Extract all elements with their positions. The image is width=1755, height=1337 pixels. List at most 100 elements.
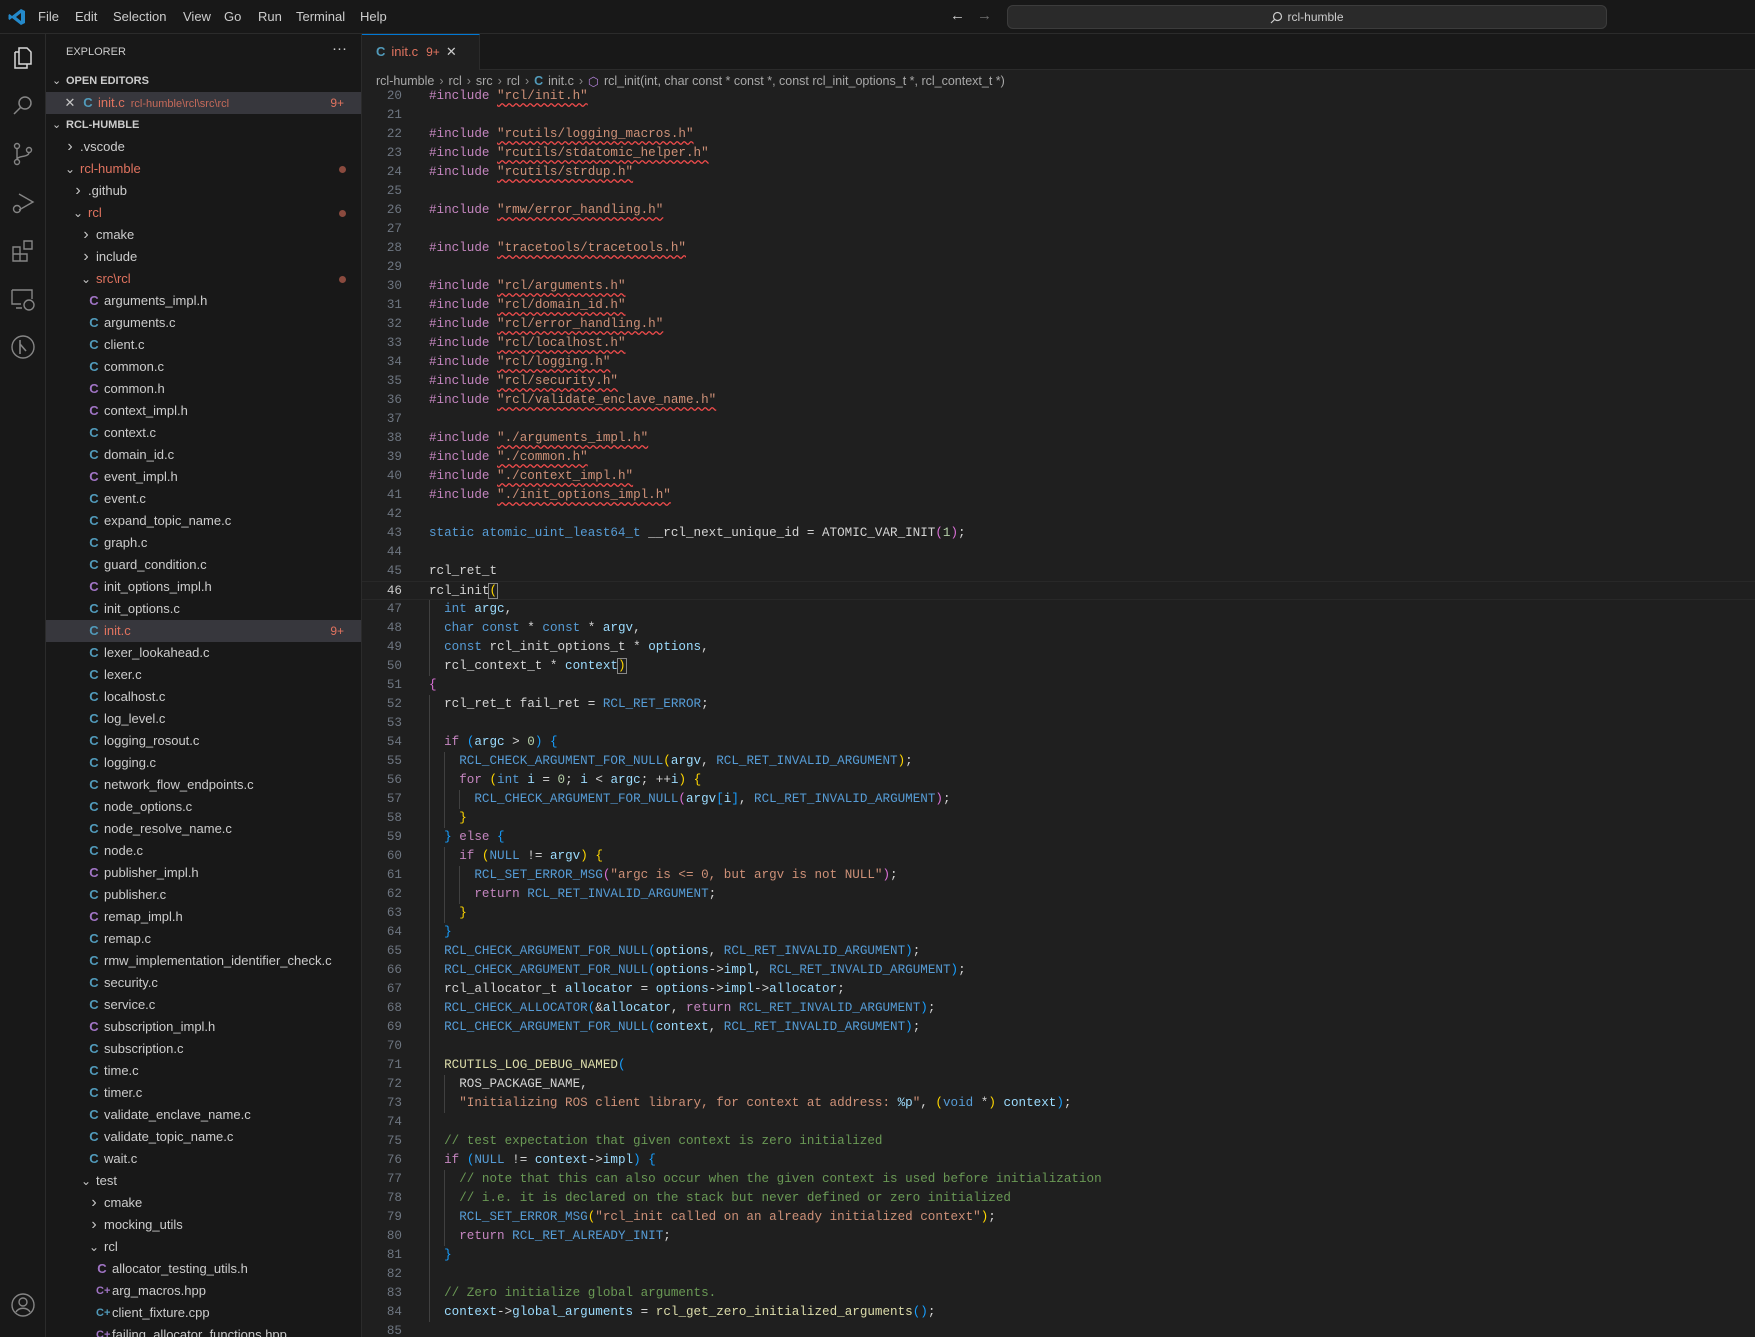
breadcrumb-file[interactable]: init.c <box>548 74 574 88</box>
file-item[interactable]: Cevent.c <box>46 488 361 510</box>
file-item[interactable]: Cgraph.c <box>46 532 361 554</box>
line-content: const rcl_init_options_t * options, <box>429 638 709 657</box>
close-icon[interactable]: ✕ <box>446 44 457 59</box>
file-item[interactable]: Carguments_impl.h <box>46 290 361 312</box>
tree-item-label: client_fixture.cpp <box>112 1305 210 1320</box>
file-item[interactable]: C+ arg_macros.hpp <box>46 1280 361 1302</box>
file-item[interactable]: Cinit_options_impl.h <box>46 576 361 598</box>
file-item[interactable]: Csubscription.c <box>46 1038 361 1060</box>
line-number: 42 <box>386 507 402 521</box>
forward-arrow-icon[interactable]: → <box>977 7 992 24</box>
file-item[interactable]: C+ client_fixture.cpp <box>46 1302 361 1324</box>
folder-item[interactable]: ⌄ test <box>46 1170 361 1192</box>
open-editors-header[interactable]: ⌄ OPEN EDITORS <box>46 70 361 92</box>
back-arrow-icon[interactable]: ← <box>950 7 965 24</box>
file-item[interactable]: Cvalidate_enclave_name.c <box>46 1104 361 1126</box>
indent-guide <box>429 771 430 790</box>
file-item[interactable]: Clogging.c <box>46 752 361 774</box>
file-item[interactable]: Cvalidate_topic_name.c <box>46 1126 361 1148</box>
more-actions-button[interactable]: ··· <box>332 40 347 57</box>
line-number: 47 <box>386 602 402 616</box>
file-item[interactable]: Ccontext.c <box>46 422 361 444</box>
close-icon[interactable]: ✕ <box>64 92 76 114</box>
remote-explorer-icon[interactable] <box>9 285 37 313</box>
menu-selection[interactable]: Selection <box>113 9 166 24</box>
folder-item[interactable]: ⌄ rcl <box>46 202 361 224</box>
folder-item[interactable]: › cmake <box>46 224 361 246</box>
file-item[interactable]: Cpublisher_impl.h <box>46 862 361 884</box>
file-item[interactable]: Ccontext_impl.h <box>46 400 361 422</box>
file-item[interactable]: Clogging_rosout.c <box>46 730 361 752</box>
folder-item[interactable]: ⌄ src\rcl <box>46 268 361 290</box>
file-item[interactable]: Cevent_impl.h <box>46 466 361 488</box>
file-item[interactable]: Clexer_lookahead.c <box>46 642 361 664</box>
code-line: 28 #include "tracetools/tracetools.h" <box>362 239 1755 258</box>
file-item[interactable]: Cnode_options.c <box>46 796 361 818</box>
file-item[interactable]: Cexpand_topic_name.c <box>46 510 361 532</box>
file-item[interactable]: Crmw_implementation_identifier_check.c <box>46 950 361 972</box>
breadcrumb-symbol[interactable]: rcl_init(int, char const * const *, cons… <box>604 74 1005 88</box>
file-item[interactable]: Cdomain_id.c <box>46 444 361 466</box>
open-editor-init-c[interactable]: ✕ C init.c rcl-humble\rcl\src\rcl 9+ <box>46 92 361 114</box>
breadcrumb-segment[interactable]: rcl <box>507 74 520 88</box>
menu-help[interactable]: Help <box>360 9 387 24</box>
folder-item[interactable]: › cmake <box>46 1192 361 1214</box>
menu-go[interactable]: Go <box>224 9 241 24</box>
file-item[interactable]: C+ failing_allocator_functions.hpp <box>46 1324 361 1337</box>
folder-item[interactable]: › .github <box>46 180 361 202</box>
file-item[interactable]: Csecurity.c <box>46 972 361 994</box>
code-token: context <box>655 1020 709 1034</box>
command-center-search[interactable]: rcl-humble <box>1007 5 1607 29</box>
file-item[interactable]: Ccommon.h <box>46 378 361 400</box>
line-content: #include "tracetools/tracetools.h" <box>429 239 686 258</box>
file-item[interactable]: Cwait.c <box>46 1148 361 1170</box>
folder-item[interactable]: › .vscode <box>46 136 361 158</box>
account-icon[interactable] <box>9 1291 37 1319</box>
file-item[interactable]: Cremap_impl.h <box>46 906 361 928</box>
file-item[interactable]: Clocalhost.c <box>46 686 361 708</box>
file-item[interactable]: Cnetwork_flow_endpoints.c <box>46 774 361 796</box>
file-item[interactable]: Clexer.c <box>46 664 361 686</box>
folder-item[interactable]: › mocking_utils <box>46 1214 361 1236</box>
file-item[interactable]: Cnode.c <box>46 840 361 862</box>
menu-file[interactable]: File <box>38 9 59 24</box>
git-graph-icon[interactable] <box>9 333 37 361</box>
file-item[interactable]: Cremap.c <box>46 928 361 950</box>
extensions-icon[interactable] <box>9 237 37 265</box>
menu-edit[interactable]: Edit <box>75 9 97 24</box>
explorer-icon[interactable] <box>9 44 37 72</box>
tab-init-c[interactable]: Cinit.c 9+ ✕ <box>362 34 480 70</box>
file-item[interactable]: Ctime.c <box>46 1060 361 1082</box>
source-control-icon[interactable] <box>9 140 37 168</box>
folder-item[interactable]: ⌄ rcl-humble <box>46 158 361 180</box>
file-item[interactable]: Ccommon.c <box>46 356 361 378</box>
file-item[interactable]: Cclient.c <box>46 334 361 356</box>
run-debug-icon[interactable] <box>9 189 37 217</box>
file-item[interactable]: Cnode_resolve_name.c <box>46 818 361 840</box>
code-editor[interactable]: 20 #include "rcl/init.h" 21 22 #include "rcu… <box>362 87 1755 1337</box>
file-item[interactable]: Ctimer.c <box>46 1082 361 1104</box>
file-item[interactable]: Cservice.c <box>46 994 361 1016</box>
tree-item-label: time.c <box>104 1063 139 1078</box>
code-token: ) <box>935 792 943 806</box>
file-item[interactable]: Csubscription_impl.h <box>46 1016 361 1038</box>
file-item[interactable]: Cinit_options.c <box>46 598 361 620</box>
file-item[interactable]: Cpublisher.c <box>46 884 361 906</box>
menu-run[interactable]: Run <box>258 9 282 24</box>
sidebar-title: EXPLORER <box>66 46 126 58</box>
menu-view[interactable]: View <box>183 9 211 24</box>
breadcrumb-segment[interactable]: rcl <box>449 74 462 88</box>
file-item[interactable]: Cguard_condition.c <box>46 554 361 576</box>
search-icon[interactable] <box>9 92 37 120</box>
file-item[interactable]: Clog_level.c <box>46 708 361 730</box>
breadcrumb-segment[interactable]: src <box>476 74 493 88</box>
folder-item[interactable]: › include <box>46 246 361 268</box>
workspace-header[interactable]: ⌄ RCL-HUMBLE <box>46 114 361 136</box>
menu-terminal[interactable]: Terminal <box>296 9 345 24</box>
folder-item[interactable]: ⌄ rcl <box>46 1236 361 1258</box>
breadcrumb-segment[interactable]: rcl-humble <box>376 74 434 88</box>
tree-item-label: subscription.c <box>104 1041 184 1056</box>
file-item[interactable]: Carguments.c <box>46 312 361 334</box>
file-item[interactable]: Cinit.c 9+ <box>46 620 361 642</box>
file-item[interactable]: Callocator_testing_utils.h <box>46 1258 361 1280</box>
